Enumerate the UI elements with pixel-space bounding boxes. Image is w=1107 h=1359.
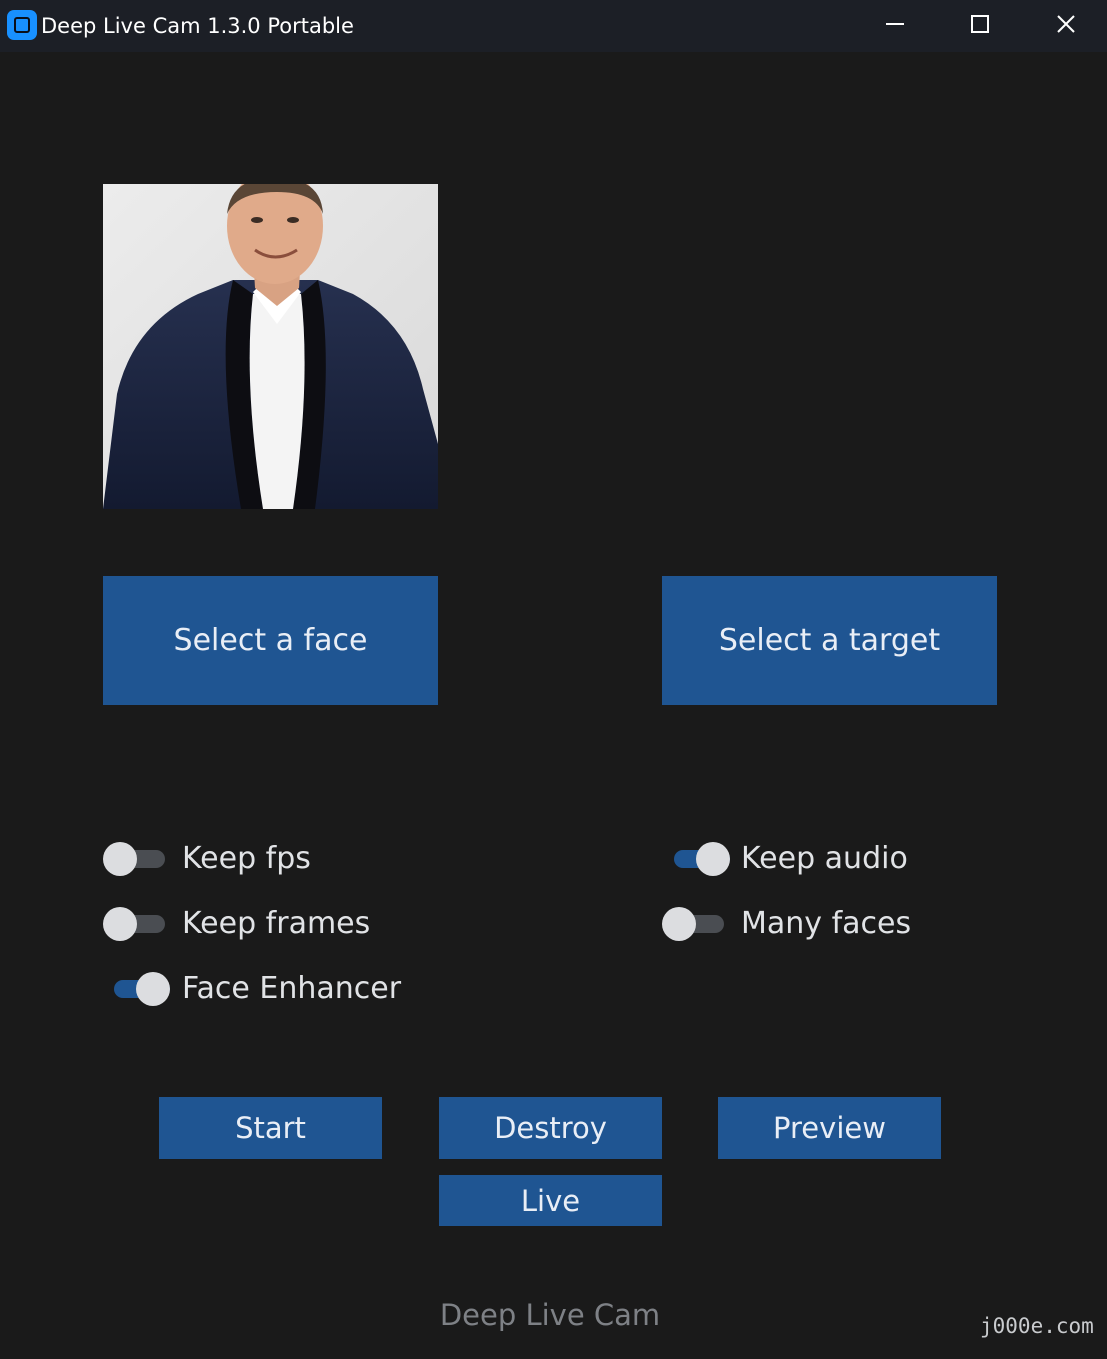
destroy-button[interactable]: Destroy [439, 1097, 662, 1159]
window-title: Deep Live Cam 1.3.0 Portable [41, 14, 354, 38]
select-face-button[interactable]: Select a face [103, 576, 438, 705]
keep-fps-switch[interactable] [103, 841, 165, 877]
keep-frames-label: Keep frames [182, 906, 371, 941]
close-icon [1057, 15, 1075, 33]
keep-audio-switch[interactable] [668, 841, 730, 877]
live-button[interactable]: Live [439, 1175, 662, 1226]
title-bar[interactable]: Deep Live Cam 1.3.0 Portable [0, 0, 1107, 52]
select-target-button[interactable]: Select a target [662, 576, 997, 705]
close-button[interactable] [1036, 0, 1096, 50]
face-photo [103, 184, 438, 509]
keep-fps-label: Keep fps [182, 841, 311, 876]
maximize-icon [971, 15, 989, 33]
many-faces-switch[interactable] [662, 906, 724, 942]
minimize-button[interactable] [865, 0, 925, 50]
app-logo-icon [7, 10, 37, 40]
keep-frames-switch[interactable] [103, 906, 165, 942]
start-button[interactable]: Start [159, 1097, 382, 1159]
many-faces-label: Many faces [741, 906, 912, 941]
keep-audio-label: Keep audio [741, 841, 908, 876]
app-window: Deep Live Cam 1.3.0 Portable Select a fa… [0, 0, 1107, 1359]
preview-button[interactable]: Preview [718, 1097, 941, 1159]
source-face-image [103, 184, 438, 509]
footer-app-name: Deep Live Cam [439, 1298, 661, 1332]
minimize-icon [886, 23, 904, 25]
watermark: j000e.com [980, 1314, 1094, 1338]
maximize-button[interactable] [950, 0, 1010, 50]
face-enhancer-switch[interactable] [108, 971, 170, 1007]
face-enhancer-label: Face Enhancer [182, 971, 402, 1006]
